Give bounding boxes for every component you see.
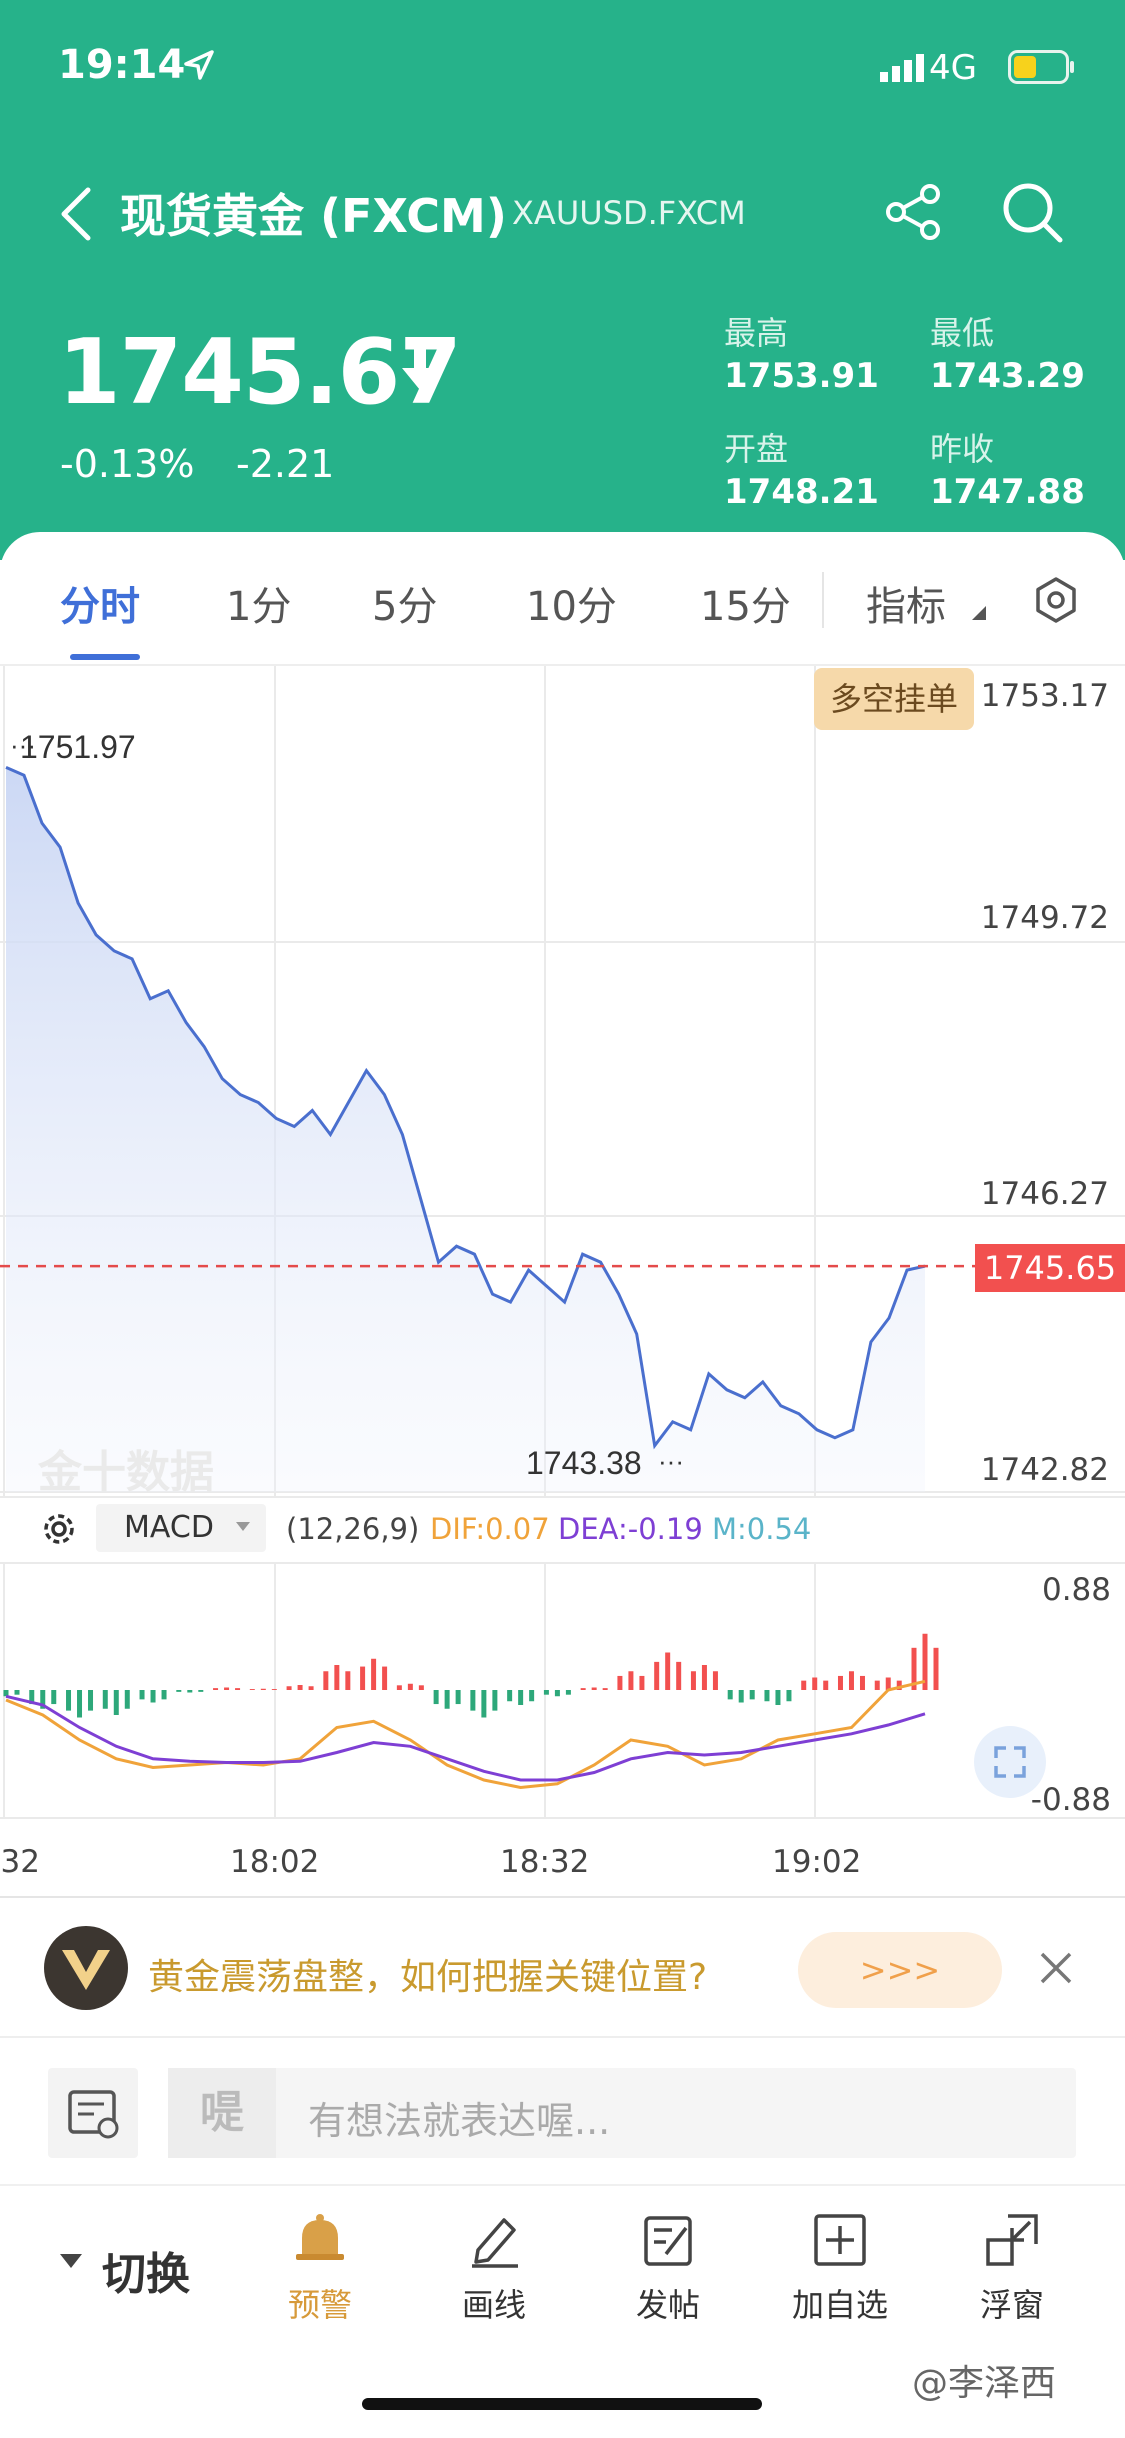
nav-float-window[interactable]: 浮窗 xyxy=(942,2210,1082,2326)
search-icon[interactable] xyxy=(1000,180,1066,246)
location-icon xyxy=(184,50,214,80)
tab-10min[interactable]: 10分 xyxy=(526,574,617,632)
settings-icon[interactable] xyxy=(1034,576,1078,624)
low-label: 最低 xyxy=(930,314,995,352)
nav-post-label: 发帖 xyxy=(635,2286,700,2324)
home-indicator xyxy=(362,2398,762,2410)
triangle-down-icon xyxy=(60,2254,82,2268)
high-marker: 1751.97 xyxy=(20,729,136,765)
signal-icon xyxy=(880,54,924,82)
change-percent: -0.13% xyxy=(60,442,195,486)
nav-draw-line[interactable]: 画线 xyxy=(424,2210,564,2326)
nav-alert-label: 预警 xyxy=(287,2286,352,2324)
low-marker-dots: ··· xyxy=(658,1446,684,1476)
x-axis-label: 18:32 xyxy=(500,1844,590,1880)
float-window-icon xyxy=(986,2214,1038,2266)
symbol-code: XAUUSD.FXCM xyxy=(512,194,746,232)
macd-chart[interactable] xyxy=(0,1562,1125,1822)
back-icon[interactable] xyxy=(56,184,96,244)
v-logo-icon xyxy=(62,1950,110,1990)
low-marker: 1743.38 xyxy=(526,1445,642,1481)
promo-divider xyxy=(0,2036,1125,2038)
active-tab-indicator xyxy=(70,654,140,660)
switch-button[interactable]: 切换 xyxy=(102,2238,190,2302)
tab-divider xyxy=(822,572,824,628)
add-icon xyxy=(814,2214,866,2266)
promo-text[interactable]: 黄金震荡盘整，如何把握关键位置? xyxy=(148,1948,707,2000)
low-value: 1743.29 xyxy=(930,356,1085,396)
battery-icon xyxy=(1008,50,1074,84)
comment-settings-button[interactable] xyxy=(48,2068,138,2158)
y-axis-label: 1753.17 xyxy=(980,678,1109,714)
price-area xyxy=(6,767,925,1492)
nav-float-window-label: 浮窗 xyxy=(979,2286,1044,2324)
share-icon[interactable] xyxy=(884,182,944,242)
prev-close-label: 昨收 xyxy=(930,430,995,468)
nav-add-watchlist-label: 加自选 xyxy=(791,2286,888,2324)
macd-params: (12,26,9) xyxy=(286,1512,420,1546)
tab-1min[interactable]: 1分 xyxy=(226,574,291,632)
footer-watermark: @李泽西 xyxy=(912,2363,1057,2404)
open-value: 1748.21 xyxy=(724,472,879,512)
high-value: 1753.91 xyxy=(724,356,879,396)
price-chart[interactable]: 1751.97 ··· 1743.38 ··· xyxy=(0,666,1125,1506)
pen-icon xyxy=(472,2218,518,2268)
emoji-button[interactable]: 㖷 xyxy=(168,2068,276,2158)
nav-add-watchlist[interactable]: 加自选 xyxy=(770,2210,910,2326)
macd-y-max: 0.88 xyxy=(1041,1572,1111,1608)
down-arrow-icon xyxy=(402,348,438,390)
chevron-down-icon xyxy=(236,1522,250,1531)
macd-histogram xyxy=(3,1633,939,1718)
promo-avatar xyxy=(44,1926,128,2010)
tab-5min[interactable]: 5分 xyxy=(372,574,437,632)
triangle-down-icon xyxy=(972,606,986,620)
tab-indicators[interactable]: 指标 xyxy=(866,574,946,632)
fullscreen-icon xyxy=(994,1746,1026,1778)
fullscreen-button[interactable] xyxy=(974,1726,1046,1798)
x-axis-label: 17:32 xyxy=(0,1844,40,1880)
nav-post[interactable]: 发帖 xyxy=(598,2210,738,2326)
comment-input[interactable]: 㖷 有想法就表达喔... xyxy=(168,2068,1076,2158)
change-amount: -2.21 xyxy=(236,442,335,486)
x-axis-label: 19:02 xyxy=(772,1844,862,1880)
nav-alert[interactable]: 预警 xyxy=(250,2210,390,2326)
high-marker-dots: ··· xyxy=(10,730,36,760)
macd-dif: DIF:0.07 xyxy=(430,1512,550,1546)
macd-dea: DEA:-0.19 xyxy=(558,1512,703,1546)
status-time: 19:14 xyxy=(58,42,186,88)
tab-timeshare[interactable]: 分时 xyxy=(60,574,140,632)
comment-placeholder: 有想法就表达喔... xyxy=(308,2099,611,2143)
y-axis-label: 1749.72 xyxy=(980,900,1109,936)
post-icon xyxy=(644,2216,692,2266)
macd-m: M:0.54 xyxy=(712,1512,812,1546)
watermark-logo: 金十数据 xyxy=(38,1447,214,1498)
gear-icon[interactable] xyxy=(38,1508,80,1550)
close-icon[interactable] xyxy=(1038,1950,1074,1986)
current-price-tag: 1745.65 xyxy=(975,1244,1125,1292)
header-bar: 19:14 4G 现货黄金 (FXCM) XAUUSD.FXCM 1745.67… xyxy=(0,0,1125,560)
network-label: 4G xyxy=(929,48,977,88)
prev-close-value: 1747.88 xyxy=(930,472,1085,512)
open-label: 开盘 xyxy=(724,430,789,468)
indicator-select-value: MACD xyxy=(124,1510,214,1545)
y-axis-label: 1742.82 xyxy=(980,1452,1109,1488)
promo-more-button[interactable]: >>> xyxy=(798,1932,1002,2008)
indicator-select[interactable]: MACD xyxy=(96,1504,266,1552)
x-axis-label: 18:02 xyxy=(230,1844,320,1880)
page-title: 现货黄金 (FXCM) xyxy=(120,189,507,243)
y-axis-label: 1746.27 xyxy=(980,1176,1109,1212)
bell-icon xyxy=(296,2214,344,2260)
long-short-orders-button[interactable]: 多空挂单 xyxy=(814,668,974,730)
high-label: 最高 xyxy=(724,314,789,352)
nav-draw-line-label: 画线 xyxy=(461,2286,526,2324)
notes-icon xyxy=(68,2090,119,2139)
tab-15min[interactable]: 15分 xyxy=(700,574,791,632)
